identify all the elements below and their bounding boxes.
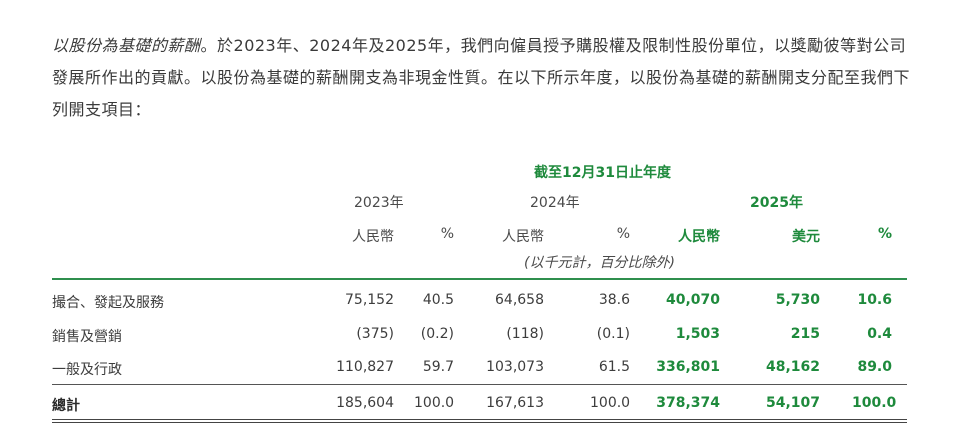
table-cell: 0.4 xyxy=(867,326,892,342)
table-cell: 61.5 xyxy=(598,359,630,375)
intro-paragraph: 以股份為基礎的薪酬。於2023年、2024年及2025年，我們向僱員授予購股權及… xyxy=(52,30,922,126)
table-cell: 100.0 xyxy=(852,395,897,411)
table-cell: 1,503 xyxy=(675,326,720,342)
header-rule xyxy=(52,278,907,280)
table-cell: 40,070 xyxy=(665,292,720,308)
unit-note: (以千元計，百分比除外) xyxy=(524,255,675,271)
table-cell: (118) xyxy=(506,326,544,342)
year-2024: 2024年 xyxy=(530,195,580,211)
table-cell: 54,107 xyxy=(765,395,820,411)
table-cell: 10.6 xyxy=(857,292,892,308)
table-cell: (0.1) xyxy=(596,326,630,342)
table-cell: 110,827 xyxy=(336,359,394,375)
table-cell: 103,073 xyxy=(486,359,544,375)
table-cell: 89.0 xyxy=(857,359,892,375)
table-cell: (0.2) xyxy=(420,326,454,342)
col-rmb-2024: 人民幣 xyxy=(502,229,544,245)
row-label-total: 總計 xyxy=(52,398,80,414)
total-rule xyxy=(52,419,907,423)
table-cell: 5,730 xyxy=(775,292,820,308)
year-2025: 2025年 xyxy=(750,195,803,211)
table-cell: 75,152 xyxy=(345,292,394,308)
year-2023: 2023年 xyxy=(354,195,404,211)
table-cell: 100.0 xyxy=(590,395,631,411)
table-cell: 59.7 xyxy=(422,359,454,375)
table-cell: 185,604 xyxy=(336,395,394,411)
table-cell: 336,801 xyxy=(656,359,720,375)
table-cell: 40.5 xyxy=(422,292,454,308)
subtotal-rule xyxy=(52,384,907,385)
col-rmb-2023: 人民幣 xyxy=(352,229,394,245)
col-rmb-2025: 人民幣 xyxy=(678,229,720,245)
table-cell: 100.0 xyxy=(414,395,455,411)
table-cell: 48,162 xyxy=(765,359,820,375)
table-cell: 378,374 xyxy=(656,395,720,411)
col-usd-2025: 美元 xyxy=(792,229,820,245)
table-cell: 215 xyxy=(790,326,820,342)
table-cell: 38.6 xyxy=(598,292,630,308)
col-pct-2024: % xyxy=(616,226,630,242)
row-label-sales: 銷售及營銷 xyxy=(52,329,122,345)
row-label-admin: 一般及行政 xyxy=(52,362,122,378)
table-cell: 64,658 xyxy=(495,292,544,308)
row-label-matching: 撮合、發起及服務 xyxy=(52,295,164,311)
table-cell: (375) xyxy=(356,326,394,342)
col-pct-2023: % xyxy=(440,226,454,242)
intro-lead: 以股份為基礎的薪酬 xyxy=(52,36,201,55)
table-cell: 167,613 xyxy=(486,395,544,411)
col-pct-2025: % xyxy=(877,226,892,242)
period-header: 截至12月31日止年度 xyxy=(534,165,671,181)
